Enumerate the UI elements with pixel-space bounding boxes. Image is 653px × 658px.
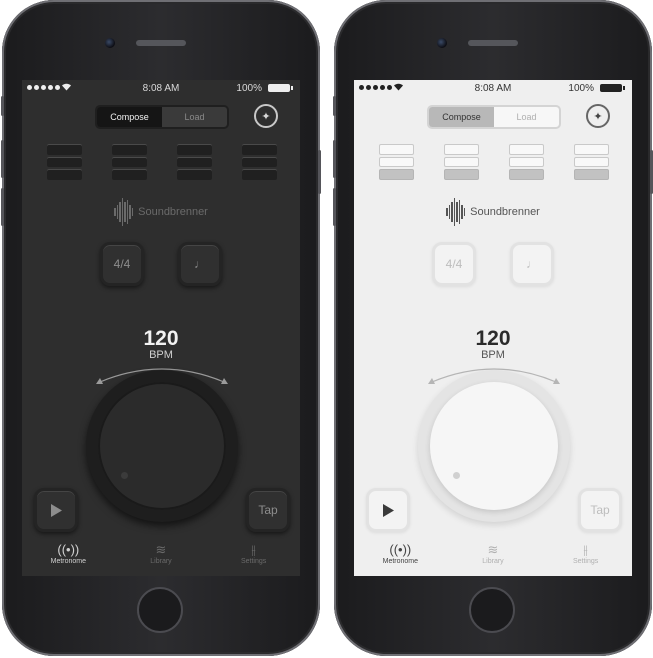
settings-icon: ⫲	[251, 542, 256, 557]
tab-settings[interactable]: ⫲ Settings	[219, 542, 289, 576]
tempo-unit: BPM	[481, 349, 505, 361]
brand-name: Soundbrenner	[470, 206, 540, 218]
status-bar: 8:08 AM 100%	[354, 80, 632, 96]
battery-percentage: 100%	[568, 83, 594, 94]
brand-name: Soundbrenner	[138, 206, 208, 218]
play-button[interactable]	[34, 488, 78, 532]
earpiece-speaker	[136, 40, 186, 46]
compose-load-segmented-control: Compose Load	[95, 105, 229, 129]
tempo-display: 120 BPM	[354, 327, 632, 361]
tab-metronome-label: Metronome	[50, 558, 87, 565]
tempo-dial[interactable]	[86, 370, 238, 522]
tab-load[interactable]: Load	[162, 107, 227, 127]
battery-icon	[268, 84, 293, 92]
compose-load-segmented-control: Compose Load	[427, 105, 561, 129]
mute-switch	[1, 96, 4, 116]
dial-position-marker	[121, 472, 128, 479]
compass-icon[interactable]: ✦	[254, 104, 278, 128]
beat-4-accent-block[interactable]	[574, 144, 609, 181]
volume-down-button	[333, 188, 336, 226]
soundwave-logo-icon	[114, 198, 134, 226]
beat-3-accent-block[interactable]	[177, 144, 212, 181]
app-screen: 8:08 AM 100% Compose Load ✦ Soundbrenner…	[22, 80, 300, 576]
tab-load[interactable]: Load	[494, 107, 559, 127]
tab-library-label: Library	[150, 558, 172, 565]
volume-up-button	[1, 140, 4, 178]
tempo-dial[interactable]	[418, 370, 570, 522]
note-value-button[interactable]: ♩	[510, 242, 554, 286]
tab-bar: ((•)) Metronome ≋ Library ⫲ Settings	[22, 542, 300, 576]
note-value-button[interactable]: ♩	[178, 242, 222, 286]
power-button	[318, 150, 321, 194]
play-icon	[383, 503, 394, 517]
front-camera	[437, 38, 447, 48]
battery-percentage: 100%	[236, 83, 262, 94]
phone-dark-theme: 8:08 AM 100% Compose Load ✦ Soundbrenner…	[1, 0, 321, 656]
app-screen: 8:08 AM 100% Compose Load ✦ Soundbrenner…	[354, 80, 632, 576]
brand-logo: Soundbrenner	[22, 198, 300, 226]
beat-1-accent-block[interactable]	[379, 144, 414, 181]
tab-library[interactable]: ≋ Library	[458, 542, 528, 576]
tempo-value: 120	[475, 327, 511, 350]
play-icon	[51, 503, 62, 517]
compass-icon[interactable]: ✦	[586, 104, 610, 128]
home-button[interactable]	[137, 587, 183, 633]
tab-metronome[interactable]: ((•)) Metronome	[365, 542, 435, 576]
library-icon: ≋	[487, 542, 499, 557]
library-icon: ≋	[155, 542, 167, 557]
time-signature-button[interactable]: 4/4	[100, 242, 144, 286]
tempo-value: 120	[143, 327, 179, 350]
tab-library-label: Library	[482, 558, 504, 565]
tempo-dial-knob[interactable]	[98, 382, 226, 510]
dial-position-marker	[453, 472, 460, 479]
tab-compose[interactable]: Compose	[97, 107, 162, 127]
battery-icon	[600, 84, 625, 92]
beat-2-accent-block[interactable]	[444, 144, 479, 181]
earpiece-speaker	[468, 40, 518, 46]
home-button[interactable]	[469, 587, 515, 633]
tab-settings-label: Settings	[572, 558, 599, 565]
soundwave-logo-icon	[446, 198, 466, 226]
volume-up-button	[333, 140, 336, 178]
play-button[interactable]	[366, 488, 410, 532]
tap-tempo-button[interactable]: Tap	[246, 488, 290, 532]
tab-compose[interactable]: Compose	[429, 107, 494, 127]
beat-1-accent-block[interactable]	[47, 144, 82, 181]
beat-2-accent-block[interactable]	[112, 144, 147, 181]
tempo-unit: BPM	[149, 349, 173, 361]
settings-icon: ⫲	[583, 542, 588, 557]
tab-metronome[interactable]: ((•)) Metronome	[33, 542, 103, 576]
front-camera	[105, 38, 115, 48]
tempo-display: 120 BPM	[22, 327, 300, 361]
status-bar: 8:08 AM 100%	[22, 80, 300, 96]
tempo-dial-knob[interactable]	[430, 382, 558, 510]
tab-bar: ((•)) Metronome ≋ Library ⫲ Settings	[354, 542, 632, 576]
metronome-icon: ((•))	[57, 542, 80, 557]
time-signature-button[interactable]: 4/4	[432, 242, 476, 286]
phone-light-theme: 8:08 AM 100% Compose Load ✦ Soundbrenner…	[333, 0, 653, 656]
brand-logo: Soundbrenner	[354, 198, 632, 226]
metronome-icon: ((•))	[389, 542, 412, 557]
tab-settings-label: Settings	[240, 558, 267, 565]
volume-down-button	[1, 188, 4, 226]
tap-tempo-button[interactable]: Tap	[578, 488, 622, 532]
beat-4-accent-block[interactable]	[242, 144, 277, 181]
mute-switch	[333, 96, 336, 116]
tab-settings[interactable]: ⫲ Settings	[551, 542, 621, 576]
tab-library[interactable]: ≋ Library	[126, 542, 196, 576]
beat-3-accent-block[interactable]	[509, 144, 544, 181]
tab-metronome-label: Metronome	[382, 558, 419, 565]
